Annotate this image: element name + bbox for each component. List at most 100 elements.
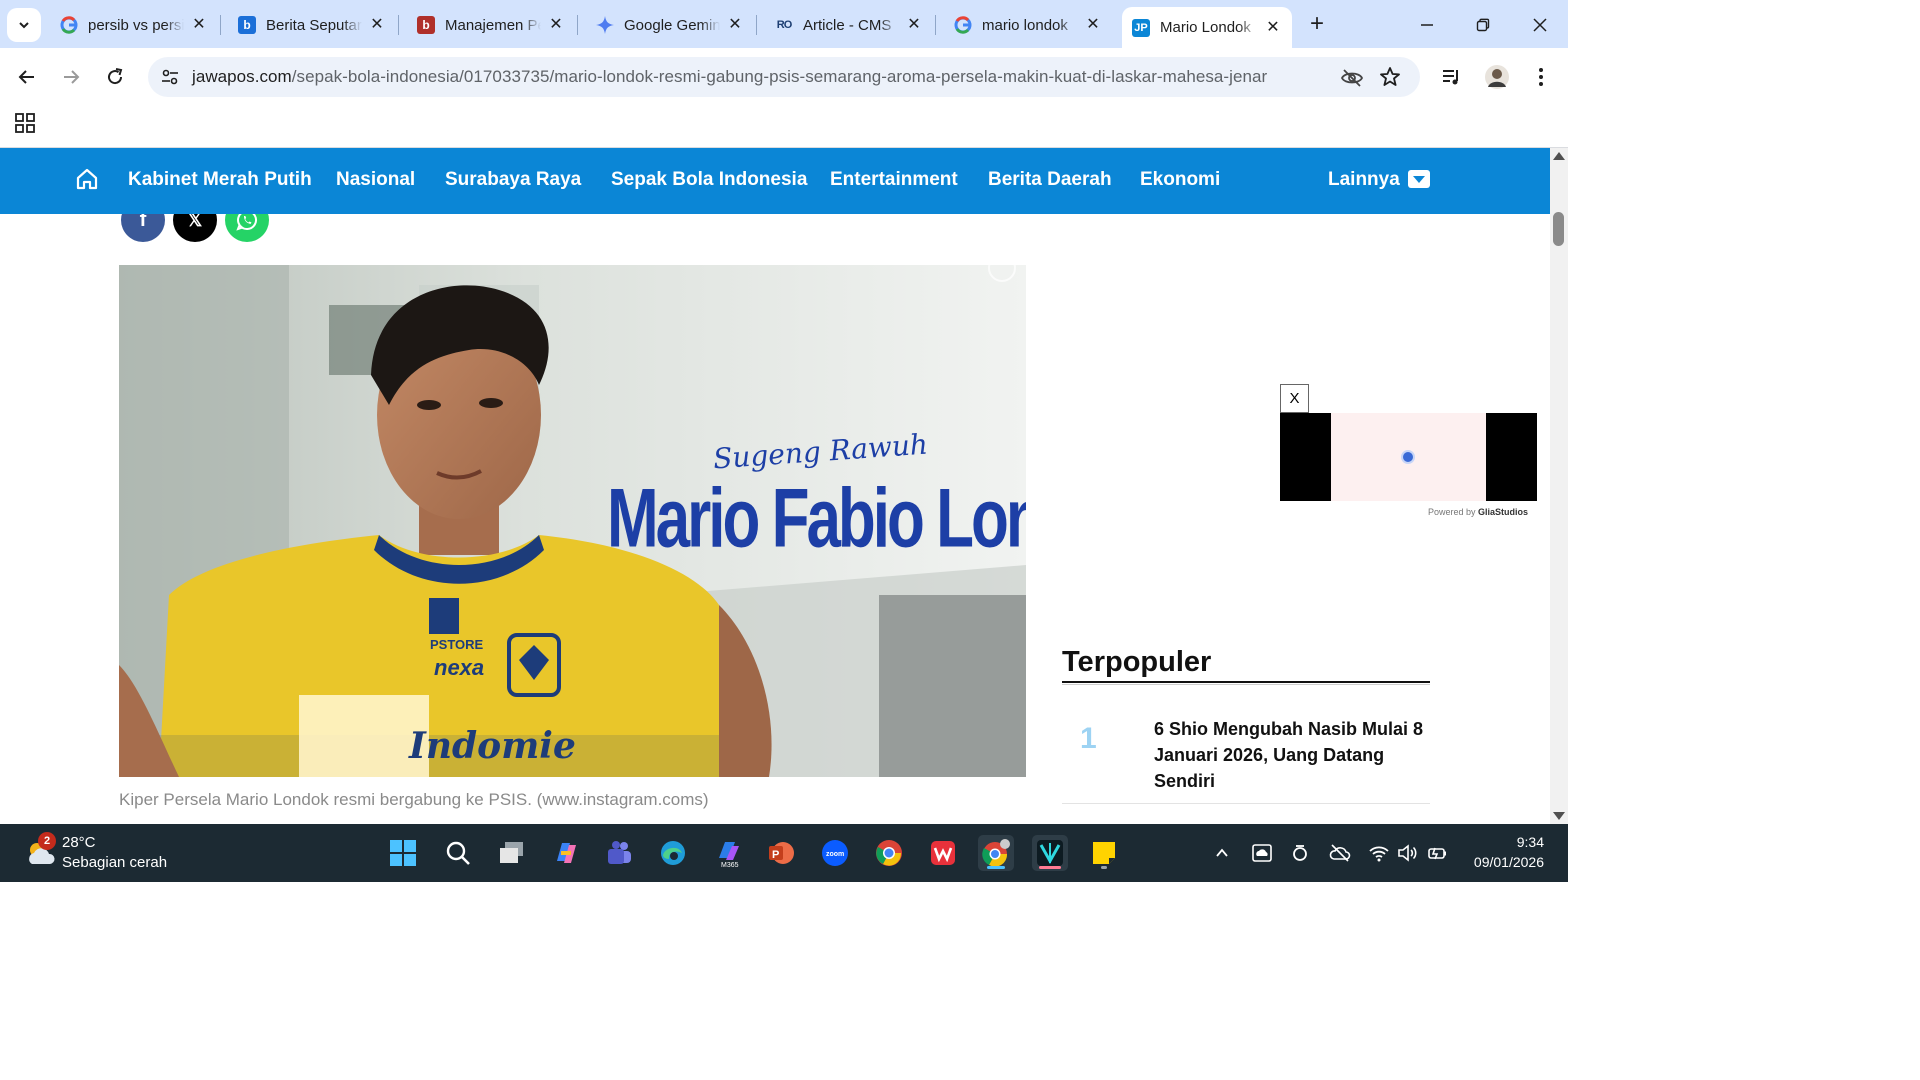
taskbar-zoom[interactable]: zoom — [817, 835, 853, 871]
nav-sepak-bola-indonesia[interactable]: Sepak Bola Indonesia — [611, 169, 807, 191]
microsoft-365-icon: M365 — [719, 842, 739, 868]
forward-button[interactable] — [55, 61, 87, 93]
volume-icon[interactable] — [1396, 841, 1420, 865]
sticky-notes-icon — [1093, 842, 1115, 864]
tab-title: Mario Londok — [1160, 19, 1251, 36]
tab-gemini[interactable]: Google Gemin ✕ — [586, 7, 754, 43]
jersey-text-nexa: nexa — [434, 655, 485, 680]
tab-berita[interactable]: b Berita Seputar ✕ — [228, 7, 396, 43]
popular-article-link[interactable]: 6 Shio Mengubah Nasib Mulai 8 Januari 20… — [1154, 716, 1424, 794]
taskbar-powerpoint[interactable]: P — [763, 835, 799, 871]
close-window-button[interactable] — [1520, 8, 1560, 42]
svg-text:M365: M365 — [721, 862, 739, 868]
taskbar-search-button[interactable] — [440, 835, 476, 871]
ro-icon: RO — [775, 16, 793, 34]
home-icon[interactable] — [74, 166, 100, 192]
nav-kabinet-merah-putih[interactable]: Kabinet Merah Putih — [128, 169, 312, 191]
page-scrollbar[interactable] — [1550, 148, 1568, 824]
url-host: jawapos.com — [192, 67, 292, 86]
menu-kebab-icon[interactable] — [1527, 63, 1555, 91]
battery-charging-icon[interactable] — [1426, 841, 1450, 865]
scrollbar-thumb[interactable] — [1553, 212, 1564, 246]
ad-powered-prefix: Powered by — [1428, 507, 1479, 517]
tab-mario-londok[interactable]: JP Mario Londok ✕ — [1122, 7, 1292, 48]
tab-persib[interactable]: persib vs persi ✕ — [50, 7, 218, 43]
reload-button[interactable] — [99, 61, 131, 93]
wifi-icon[interactable] — [1367, 841, 1391, 865]
nav-lainnya[interactable]: Lainnya — [1328, 169, 1400, 191]
weather-temperature[interactable]: 28°C — [62, 834, 96, 851]
ad-powered-by: Powered by GliaStudios — [1428, 507, 1528, 517]
cloud-off-tray-icon[interactable] — [1328, 841, 1352, 865]
taskbar-sticky-notes[interactable] — [1086, 835, 1122, 871]
taskbar-teams[interactable] — [601, 835, 637, 871]
close-icon[interactable]: ✕ — [368, 16, 386, 34]
nav-entertainment[interactable]: Entertainment — [830, 169, 958, 191]
profile-avatar[interactable] — [1483, 63, 1511, 91]
b-icon: b — [417, 16, 435, 34]
close-icon[interactable]: ✕ — [547, 16, 565, 34]
nav-surabaya-raya[interactable]: Surabaya Raya — [445, 169, 581, 191]
nav-ekonomi[interactable]: Ekonomi — [1140, 169, 1220, 191]
close-icon[interactable]: ✕ — [1264, 19, 1282, 37]
tab-separator — [220, 15, 221, 35]
arrow-right-icon — [64, 70, 80, 84]
taskbar-edge[interactable] — [655, 835, 691, 871]
bookmark-star-icon[interactable] — [1378, 65, 1402, 89]
site-info-icon[interactable] — [158, 65, 182, 89]
task-view-button[interactable] — [494, 835, 530, 871]
nav-berita-daerah[interactable]: Berita Daerah — [988, 169, 1112, 191]
close-icon[interactable]: ✕ — [905, 16, 923, 34]
ad-close-button[interactable]: X — [1280, 384, 1309, 413]
tab-search-button[interactable] — [7, 8, 41, 42]
weather-condition[interactable]: Sebagian cerah — [62, 854, 167, 871]
tray-overflow-button[interactable] — [1210, 841, 1234, 865]
tab-title: persib vs persi — [88, 16, 184, 34]
notification-badge: 2 — [38, 832, 56, 850]
tab-mario-search[interactable]: mario londok ✕ — [944, 7, 1112, 43]
start-button[interactable] — [385, 835, 421, 871]
taskbar-wps[interactable] — [925, 835, 961, 871]
close-icon — [1533, 18, 1547, 32]
close-icon[interactable]: ✕ — [1084, 16, 1102, 34]
page-viewport: Kabinet Merah Putih Nasional Surabaya Ra… — [0, 148, 1550, 824]
ad-video-frame — [1331, 413, 1486, 501]
clock-time[interactable]: 9:34 — [1517, 834, 1544, 850]
scroll-up-arrow-icon[interactable] — [1553, 152, 1565, 160]
back-button[interactable] — [11, 61, 43, 93]
jersey-sponsor: Indomie — [409, 725, 576, 767]
tab-manajemen[interactable]: b Manajemen Pe ✕ — [407, 7, 575, 43]
favicon-letter: b — [243, 18, 251, 32]
restore-button[interactable] — [1463, 8, 1503, 42]
copilot-icon — [557, 843, 576, 863]
onedrive-tray-icon[interactable] — [1250, 841, 1274, 865]
clock-date[interactable]: 09/01/2026 — [1474, 854, 1544, 870]
new-tab-button[interactable]: + — [1303, 10, 1331, 38]
app-logo-icon — [1037, 840, 1063, 866]
caret-down-icon[interactable] — [1408, 170, 1430, 188]
favicon-letter: RO — [776, 19, 792, 31]
apps-grid-icon[interactable] — [14, 112, 36, 134]
taskbar-copilot[interactable] — [548, 835, 584, 871]
tracking-protection-icon[interactable] — [1340, 66, 1364, 90]
tab-strip: persib vs persi ✕ b Berita Seputar ✕ b M… — [0, 0, 1568, 48]
taskbar-app-teal[interactable] — [1032, 835, 1068, 871]
nav-nasional[interactable]: Nasional — [336, 169, 415, 191]
taskbar-m365[interactable]: M365 — [710, 835, 746, 871]
chevron-down-icon — [19, 22, 29, 29]
media-control-icon[interactable] — [1438, 63, 1466, 91]
minimize-button[interactable] — [1407, 8, 1447, 42]
video-ad[interactable] — [1280, 413, 1537, 501]
taskbar-chrome-profile[interactable] — [978, 835, 1014, 871]
taskbar-chrome[interactable] — [871, 835, 907, 871]
address-bar[interactable]: jawapos.com/sepak-bola-indonesia/0170337… — [148, 57, 1420, 97]
close-icon[interactable]: ✕ — [726, 16, 744, 34]
tab-article-cms[interactable]: RO Article - CMS ✕ — [765, 7, 933, 43]
close-icon[interactable]: ✕ — [190, 16, 208, 34]
reload-icon — [108, 68, 123, 85]
hero-player-name: Mario Fabio Londok — [607, 472, 1026, 566]
sync-tray-icon[interactable] — [1288, 841, 1312, 865]
watermark-icon — [988, 265, 1016, 282]
google-icon — [954, 16, 972, 34]
scroll-down-arrow-icon[interactable] — [1553, 812, 1565, 820]
